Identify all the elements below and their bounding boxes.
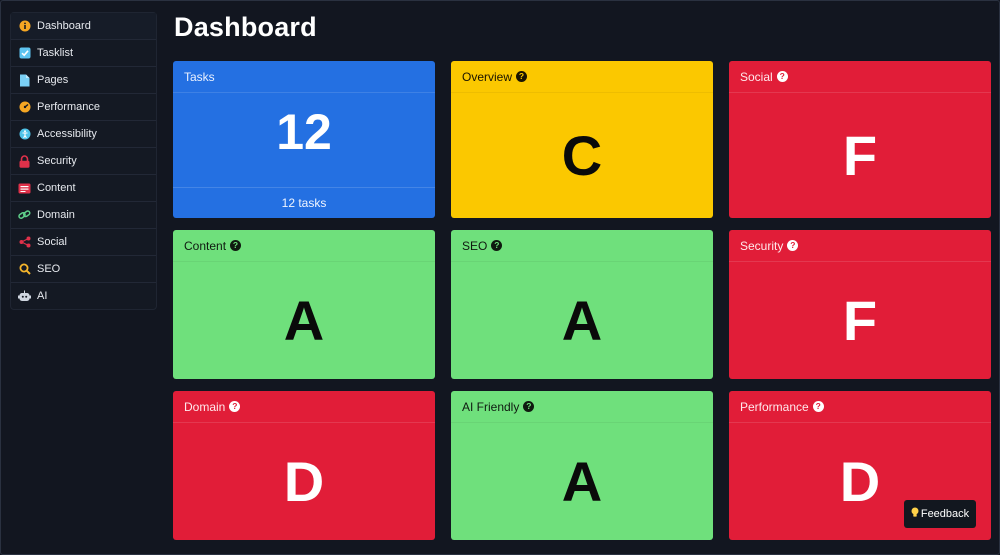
seo-card[interactable]: SEO ? A	[451, 230, 713, 379]
grade: A	[561, 449, 603, 513]
info-icon	[18, 20, 31, 33]
sidebar-item-label: SEO	[37, 263, 61, 275]
card-title: Domain	[184, 399, 226, 414]
checkbox-icon	[18, 47, 31, 60]
sidebar-item-label: Security	[37, 155, 77, 167]
sidebar-item-accessibility[interactable]: Accessibility	[11, 121, 156, 148]
tasks-count: 12	[276, 104, 332, 160]
card-title: Tasks	[184, 69, 215, 84]
tasks-footer[interactable]: 12 tasks	[173, 187, 435, 218]
sidebar-item-label: Content	[37, 182, 76, 194]
grade: C	[561, 123, 603, 187]
share-icon	[18, 236, 31, 249]
sidebar-item-label: AI	[37, 290, 48, 302]
content-icon	[18, 182, 31, 195]
sidebar-item-ai[interactable]: AI	[11, 283, 156, 309]
help-icon[interactable]: ?	[812, 401, 824, 412]
card-title: Performance	[740, 399, 809, 414]
sidebar-item-domain[interactable]: Domain	[11, 202, 156, 229]
sidebar-item-pages[interactable]: Pages	[11, 67, 156, 94]
sidebar-item-label: Domain	[37, 209, 75, 221]
lightbulb-icon	[911, 507, 919, 521]
domain-card[interactable]: Domain ? D	[173, 391, 435, 540]
link-icon	[18, 209, 31, 222]
card-title: Social	[740, 69, 773, 84]
grade: F	[842, 288, 878, 352]
accessibility-icon	[18, 128, 31, 141]
sidebar-item-security[interactable]: Security	[11, 148, 156, 175]
sidebar-item-label: Performance	[37, 101, 100, 113]
magnifier-icon	[18, 263, 31, 276]
grade: A	[283, 288, 325, 352]
document-icon	[18, 74, 31, 87]
help-icon[interactable]: ?	[230, 240, 242, 251]
sidebar-item-dashboard[interactable]: Dashboard	[11, 13, 156, 40]
sidebar: Dashboard Tasklist Pages Performance Acc…	[10, 12, 157, 310]
sidebar-item-performance[interactable]: Performance	[11, 94, 156, 121]
help-icon[interactable]: ?	[516, 71, 528, 82]
card-title: SEO	[462, 238, 488, 253]
card-title: AI Friendly	[462, 399, 520, 414]
gauge-icon	[18, 101, 31, 114]
help-icon[interactable]: ?	[787, 240, 799, 251]
tasks-card[interactable]: Tasks 12 12 tasks	[173, 61, 435, 218]
sidebar-item-label: Dashboard	[37, 20, 91, 32]
feedback-button[interactable]: Feedback	[904, 500, 976, 528]
robot-icon	[18, 290, 31, 303]
lock-icon	[18, 154, 31, 168]
card-title: Overview	[462, 69, 513, 84]
card-title: Security	[740, 238, 784, 253]
sidebar-item-tasklist[interactable]: Tasklist	[11, 40, 156, 67]
page-title: Dashboard	[174, 12, 317, 42]
sidebar-item-content[interactable]: Content	[11, 175, 156, 202]
grade: F	[842, 123, 878, 187]
sidebar-item-seo[interactable]: SEO	[11, 256, 156, 283]
overview-card[interactable]: Overview ? C	[451, 61, 713, 218]
help-icon[interactable]: ?	[523, 401, 535, 412]
ai-friendly-card[interactable]: AI Friendly ? A	[451, 391, 713, 540]
feedback-label: Feedback	[920, 508, 970, 520]
sidebar-item-label: Tasklist	[37, 47, 74, 59]
sidebar-item-label: Pages	[37, 74, 69, 86]
help-icon[interactable]: ?	[229, 401, 241, 412]
sidebar-item-label: Social	[37, 236, 67, 248]
grade: A	[561, 288, 603, 352]
sidebar-item-social[interactable]: Social	[11, 229, 156, 256]
grade: D	[283, 449, 325, 513]
social-card[interactable]: Social ? F	[729, 61, 991, 218]
security-card[interactable]: Security ? F	[729, 230, 991, 379]
sidebar-item-label: Accessibility	[37, 128, 97, 140]
help-icon[interactable]: ?	[776, 71, 788, 82]
help-icon[interactable]: ?	[491, 240, 503, 251]
content-card[interactable]: Content ? A	[173, 230, 435, 379]
card-title: Content	[184, 238, 227, 253]
